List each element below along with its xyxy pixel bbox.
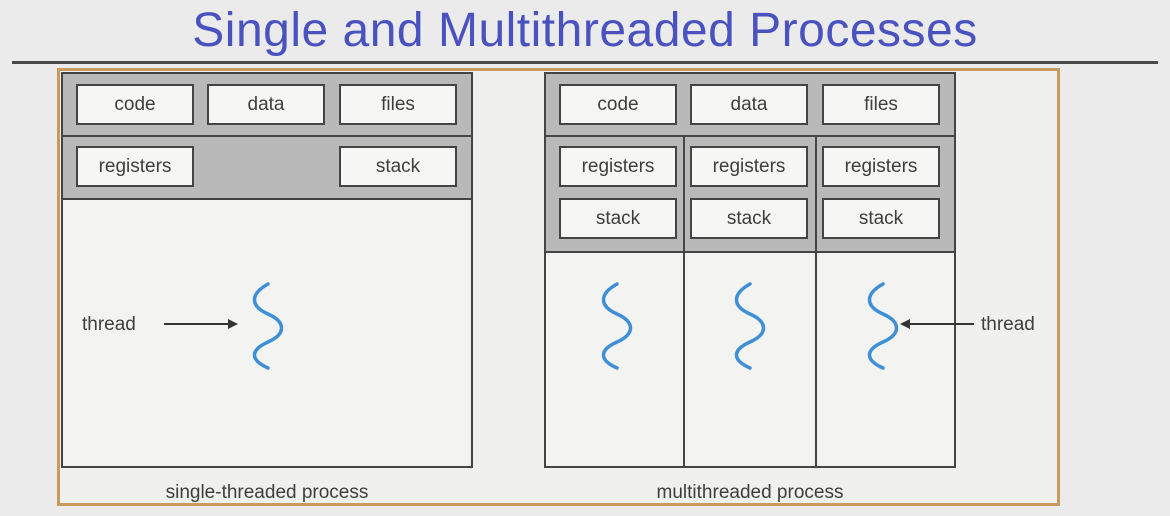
thread-3-stack-box: stack bbox=[822, 198, 940, 239]
thread-3-wave-icon bbox=[867, 282, 899, 370]
slide-title: Single and Multithreaded Processes bbox=[192, 4, 978, 57]
single-code-box: code bbox=[76, 84, 194, 125]
multi-caption: multithreaded process bbox=[656, 482, 844, 503]
thread-1-stack-box: stack bbox=[559, 198, 677, 239]
thread-column-divider bbox=[815, 137, 817, 467]
thread-1-registers-box: registers bbox=[559, 146, 677, 187]
single-thread-wave-icon bbox=[252, 282, 284, 370]
single-stack-box: stack bbox=[339, 146, 457, 187]
single-thread-label: thread bbox=[82, 314, 136, 335]
single-files-box: files bbox=[339, 84, 457, 125]
thread-column-divider bbox=[683, 137, 685, 467]
multi-files-box: files bbox=[822, 84, 940, 125]
single-data-box: data bbox=[207, 84, 325, 125]
multi-thread-arrow bbox=[900, 319, 974, 329]
thread-2-stack-box: stack bbox=[690, 198, 808, 239]
title-divider bbox=[12, 61, 1158, 64]
single-registers-box: registers bbox=[76, 146, 194, 187]
single-caption: single-threaded process bbox=[165, 482, 369, 503]
thread-1-wave-icon bbox=[601, 282, 633, 370]
multi-thread-label: thread bbox=[981, 314, 1035, 335]
thread-2-wave-icon bbox=[734, 282, 766, 370]
thread-3-registers-box: registers bbox=[822, 146, 940, 187]
single-thread-arrow bbox=[164, 319, 238, 329]
multi-code-box: code bbox=[559, 84, 677, 125]
thread-2-registers-box: registers bbox=[690, 146, 808, 187]
multi-data-box: data bbox=[690, 84, 808, 125]
